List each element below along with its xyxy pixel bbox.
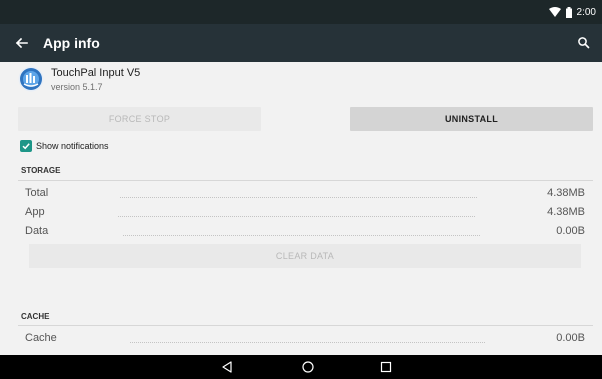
- nav-recents-icon: [380, 361, 392, 373]
- app-name: TouchPal Input V5: [51, 67, 141, 79]
- status-icons: 2:00: [548, 4, 596, 20]
- nav-home-icon: [302, 361, 314, 373]
- nav-back-icon: [222, 361, 232, 373]
- row-label: Cache: [25, 332, 57, 344]
- storage-section-header: STORAGE: [21, 166, 61, 175]
- force-stop-button[interactable]: FORCE STOP: [18, 107, 261, 131]
- row-label: Data: [25, 225, 49, 237]
- show-notifications-checkbox[interactable]: [20, 140, 32, 152]
- row-value: 4.38MB: [547, 206, 585, 218]
- row-label: Total: [25, 187, 49, 199]
- status-time: 2:00: [576, 6, 596, 18]
- app-bar: App info: [0, 24, 602, 62]
- uninstall-button[interactable]: UNINSTALL: [350, 107, 593, 131]
- row-dots: [120, 197, 477, 198]
- row-dots: [118, 216, 475, 217]
- page-title: App info: [43, 35, 100, 51]
- storage-row-data: Data 0.00B: [25, 224, 585, 240]
- row-value: 0.00B: [556, 332, 585, 344]
- row-dots: [130, 342, 485, 343]
- app-version: version 5.1.7: [51, 82, 103, 92]
- nav-recents-button[interactable]: [379, 360, 393, 374]
- row-value: 4.38MB: [547, 187, 585, 199]
- wifi-icon: [548, 7, 561, 17]
- storage-row-app: App 4.38MB: [25, 205, 585, 221]
- app-header: TouchPal Input V5 version 5.1.7: [0, 62, 602, 100]
- row-label: App: [25, 206, 45, 218]
- battery-icon: [565, 6, 572, 18]
- row-dots: [123, 235, 480, 236]
- storage-divider: [18, 180, 593, 181]
- navigation-bar: [0, 355, 602, 379]
- nav-back-button[interactable]: [220, 360, 234, 374]
- cache-row: Cache 0.00B: [25, 331, 585, 347]
- touchpal-app-icon: [18, 66, 44, 92]
- search-icon: [578, 37, 590, 49]
- cache-section-header: CACHE: [21, 312, 50, 321]
- clear-data-button[interactable]: CLEAR DATA: [29, 244, 581, 268]
- row-value: 0.00B: [556, 225, 585, 237]
- storage-row-total: Total 4.38MB: [25, 186, 585, 202]
- cache-divider: [18, 325, 593, 326]
- back-arrow-icon: [15, 37, 28, 49]
- checkmark-icon: [22, 143, 30, 150]
- nav-home-button[interactable]: [301, 360, 315, 374]
- search-button[interactable]: [574, 33, 594, 53]
- show-notifications-label: Show notifications: [36, 141, 109, 151]
- show-notifications-toggle[interactable]: Show notifications: [20, 138, 109, 154]
- status-bar: 2:00: [0, 0, 602, 24]
- back-button[interactable]: [12, 33, 32, 53]
